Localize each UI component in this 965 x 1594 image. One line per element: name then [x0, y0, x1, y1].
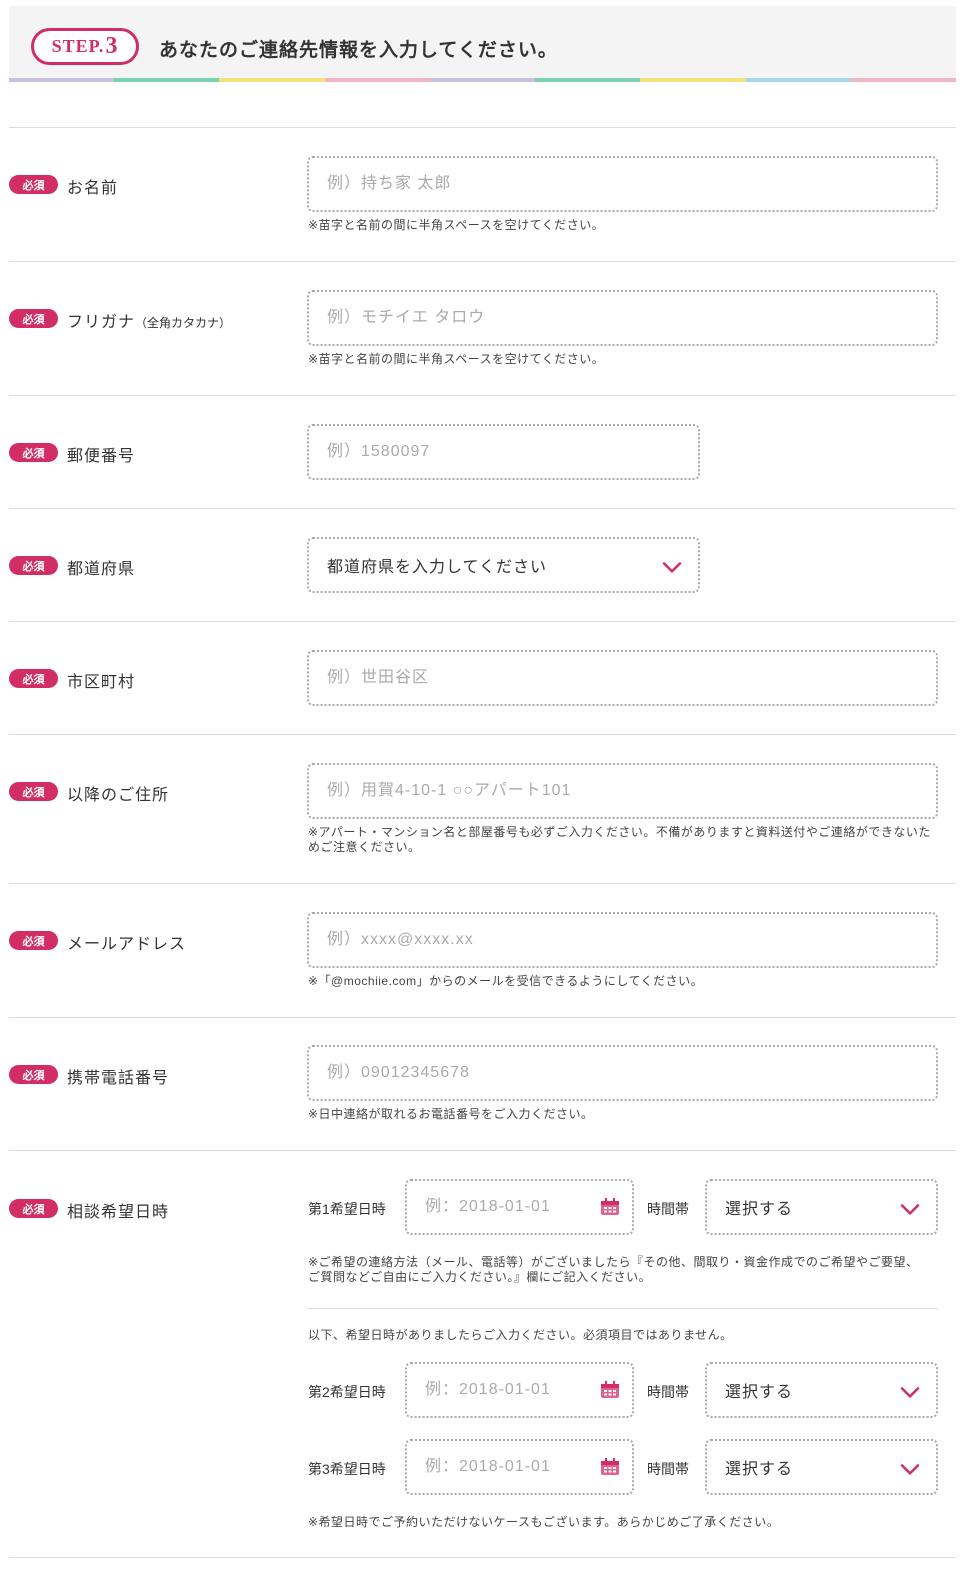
step-number: 3 — [105, 33, 119, 59]
address-field — [307, 763, 938, 819]
consult-label: 相談希望日時 — [67, 1204, 170, 1221]
time3-select[interactable]: 選択する — [705, 1439, 938, 1495]
email-label: メールアドレス — [67, 936, 187, 953]
city-field — [307, 650, 938, 706]
chevron-down-icon — [900, 1204, 920, 1215]
kana-label: フリガナ（全角カタカナ） — [67, 308, 231, 332]
rainbow-divider — [9, 78, 956, 82]
postal-label: 郵便番号 — [67, 448, 136, 465]
rainbow-segment — [114, 78, 220, 82]
date3-label: 第3希望日時 — [308, 1461, 386, 1477]
time1-selected: 選択する — [725, 1201, 794, 1218]
required-badge: 必須 — [9, 309, 58, 328]
chevron-down-icon — [900, 1387, 920, 1398]
phone-field — [307, 1045, 938, 1101]
date3-input[interactable] — [407, 1441, 632, 1493]
calendar-icon[interactable] — [600, 1381, 620, 1399]
prefecture-selected: 都道府県を入力してください — [327, 559, 548, 576]
step-header: STEP. 3 あなたのご連絡先情報を入力してください。 — [9, 6, 956, 80]
name-field — [307, 156, 938, 212]
time3-selected: 選択する — [725, 1461, 794, 1478]
email-input[interactable] — [309, 914, 936, 966]
email-note: ※「@mochiie.com」からのメールを受信できるようにしてください。 — [308, 974, 704, 988]
kana-label-text: フリガナ — [67, 314, 136, 331]
required-badge: 必須 — [9, 443, 58, 462]
required-badge: 必須 — [9, 1199, 58, 1218]
rainbow-segment — [535, 78, 641, 82]
required-badge: 必須 — [9, 782, 58, 801]
phone-input[interactable] — [309, 1047, 936, 1099]
calendar-icon[interactable] — [600, 1198, 620, 1216]
consult-divider — [307, 1308, 938, 1309]
consult-final-note: ※希望日時でご予約いただけないケースもございます。あらかじめご了承ください。 — [308, 1515, 780, 1529]
name-input[interactable] — [309, 158, 936, 210]
rainbow-segment — [429, 78, 536, 82]
address-note: ※アパート・マンション名と部屋番号も必ずご入力ください。不備がありますと資料送付… — [308, 825, 931, 854]
rainbow-segment — [850, 78, 956, 82]
consult-note: ※ご希望の連絡方法（メール、電話等）がございましたら『その他、間取り・資金作成で… — [308, 1255, 919, 1284]
required-badge: 必須 — [9, 931, 58, 950]
date2-input[interactable] — [407, 1364, 632, 1416]
postal-field — [307, 424, 700, 480]
city-input[interactable] — [309, 652, 936, 704]
row-divider — [9, 621, 956, 622]
row-divider — [9, 508, 956, 509]
chevron-down-icon — [662, 562, 682, 573]
date1-label: 第1希望日時 — [308, 1201, 386, 1217]
step-title: あなたのご連絡先情報を入力してください。 — [159, 40, 558, 61]
required-badge: 必須 — [9, 175, 58, 194]
prefecture-label: 都道府県 — [67, 561, 136, 578]
date2-label: 第2希望日時 — [308, 1384, 386, 1400]
rainbow-segment — [9, 78, 115, 82]
date3-field — [405, 1439, 634, 1495]
name-label: お名前 — [67, 180, 119, 197]
row-divider — [9, 395, 956, 396]
kana-label-suffix: （全角カタカナ） — [135, 316, 232, 330]
required-badge: 必須 — [9, 556, 58, 575]
address-input[interactable] — [309, 765, 936, 817]
row-divider — [9, 1557, 956, 1558]
time2-selected: 選択する — [725, 1384, 794, 1401]
row-divider — [9, 734, 956, 735]
rainbow-segment — [219, 78, 325, 82]
optional-note: 以下、希望日時がありましたらご入力ください。必須項目ではありません。 — [308, 1328, 733, 1342]
phone-note: ※日中連絡が取れるお電話番号をご入力ください。 — [308, 1107, 594, 1121]
step-badge: STEP. 3 — [31, 28, 139, 65]
calendar-icon[interactable] — [600, 1458, 620, 1476]
date1-input[interactable] — [407, 1181, 632, 1233]
time1-label: 時間帯 — [647, 1201, 689, 1217]
kana-field — [307, 290, 938, 346]
time1-select[interactable]: 選択する — [705, 1179, 938, 1235]
row-divider — [9, 127, 956, 128]
phone-label: 携帯電話番号 — [67, 1070, 170, 1087]
kana-note: ※苗字と名前の間に半角スペースを空けてください。 — [308, 352, 605, 366]
row-divider — [9, 1017, 956, 1018]
prefecture-select[interactable]: 都道府県を入力してください — [307, 537, 700, 593]
postal-input[interactable] — [309, 426, 698, 478]
date1-field — [405, 1179, 634, 1235]
time2-select[interactable]: 選択する — [705, 1362, 938, 1418]
email-field — [307, 912, 938, 968]
address-label: 以降のご住所 — [67, 787, 170, 804]
required-badge: 必須 — [9, 669, 58, 688]
step-word: STEP. — [51, 36, 105, 56]
row-divider — [9, 1150, 956, 1151]
name-note: ※苗字と名前の間に半角スペースを空けてください。 — [308, 218, 605, 232]
rainbow-segment — [640, 78, 746, 82]
row-divider — [9, 261, 956, 262]
required-badge: 必須 — [9, 1065, 58, 1084]
rainbow-segment — [745, 78, 851, 82]
chevron-down-icon — [900, 1464, 920, 1475]
date2-field — [405, 1362, 634, 1418]
kana-input[interactable] — [309, 292, 936, 344]
time2-label: 時間帯 — [647, 1384, 689, 1400]
row-divider — [9, 883, 956, 884]
rainbow-segment — [324, 78, 430, 82]
city-label: 市区町村 — [67, 674, 136, 691]
time3-label: 時間帯 — [647, 1461, 689, 1477]
